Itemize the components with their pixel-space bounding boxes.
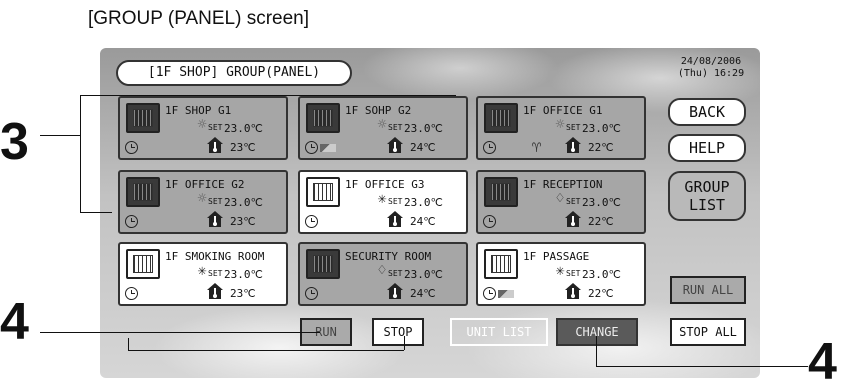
room-temperature: 23℃: [230, 215, 256, 228]
stop-all-button[interactable]: STOP ALL: [670, 318, 746, 346]
timer-clock-icon: [483, 141, 496, 154]
set-label: SET: [388, 269, 403, 278]
indoor-unit-icon: [306, 249, 340, 279]
group-panel-1f-office-g1[interactable]: 1F OFFICE G1 ☼ SET 23.0℃ ♈ 22℃: [476, 96, 646, 160]
callout-number-4-right: 4: [808, 333, 837, 391]
timer-clock-icon: [125, 141, 138, 154]
set-temperature: 23.0℃: [582, 122, 621, 135]
leader-line: [128, 338, 129, 350]
indoor-unit-icon: [484, 249, 518, 279]
indoor-unit-icon: [126, 103, 160, 133]
set-temperature: 23.0℃: [404, 196, 443, 209]
group-list-button[interactable]: GROUP LIST: [668, 171, 746, 221]
callout-number-4-left: 4: [0, 293, 29, 351]
back-button[interactable]: BACK: [668, 98, 746, 126]
leader-line: [596, 336, 597, 366]
room-temp-house-icon: [207, 283, 223, 299]
timer-clock-icon: [483, 287, 496, 300]
room-temperature: 24℃: [410, 287, 436, 300]
leader-line: [128, 350, 404, 351]
set-temperature: 23.0℃: [404, 122, 443, 135]
change-button[interactable]: CHANGE: [556, 318, 638, 346]
group-panel-1f-shop-g1[interactable]: 1F SHOP G1 ☼ SET 23.0℃ 23℃: [118, 96, 288, 160]
room-temp-house-icon: [207, 137, 223, 153]
indoor-unit-icon: [126, 177, 160, 207]
timer-clock-icon: [483, 215, 496, 228]
time-text: (Thu) 16:29: [677, 68, 745, 79]
set-temperature: 23.0℃: [404, 268, 443, 281]
filter-sign-icon: [320, 144, 336, 152]
timer-clock-icon: [305, 141, 318, 154]
room-temp-house-icon: [207, 211, 223, 227]
group-list-label-line2: LIST: [688, 196, 726, 214]
timer-clock-icon: [125, 215, 138, 228]
room-temperature: 22℃: [588, 215, 614, 228]
set-temperature: 23.0℃: [224, 196, 263, 209]
room-temp-house-icon: [565, 283, 581, 299]
indoor-unit-icon: [484, 177, 518, 207]
datetime-display: 24/08/2006 (Thu) 16:29: [674, 56, 748, 80]
timer-clock-icon: [305, 287, 318, 300]
indoor-unit-icon: [306, 177, 340, 207]
run-all-button[interactable]: RUN ALL: [670, 276, 746, 304]
date-text: 24/08/2006: [680, 56, 742, 67]
group-list-label-line1: GROUP: [684, 178, 730, 196]
group-panel-screen: [1F SHOP] GROUP(PANEL) 24/08/2006 (Thu) …: [100, 48, 760, 378]
timer-clock-icon: [305, 215, 318, 228]
leader-line: [596, 366, 808, 367]
indoor-unit-icon: [484, 103, 518, 133]
room-temp-house-icon: [565, 211, 581, 227]
group-panel-1f-office-g3[interactable]: 1F OFFICE G3 ✳ SET 23.0℃ 24℃: [298, 170, 468, 234]
callout-number-3: 3: [0, 113, 29, 171]
help-button[interactable]: HELP: [668, 134, 746, 162]
set-temperature: 23.0℃: [582, 196, 621, 209]
indoor-unit-icon: [126, 249, 160, 279]
leader-line: [112, 95, 456, 96]
timer-clock-icon: [125, 287, 138, 300]
group-panel-1f-reception[interactable]: 1F RECEPTION ♢ SET 23.0℃ 22℃: [476, 170, 646, 234]
maintenance-wrench-icon: ♈: [532, 138, 542, 156]
leader-line: [80, 212, 112, 213]
room-temperature: 22℃: [588, 141, 614, 154]
room-temperature: 24℃: [410, 141, 436, 154]
room-temp-house-icon: [387, 283, 403, 299]
unit-list-button[interactable]: UNIT LIST: [450, 318, 548, 346]
room-temperature: 23℃: [230, 141, 256, 154]
group-panel-1f-smoking-room[interactable]: 1F SMOKING ROOM ✳ SET 23.0℃ 23℃: [118, 242, 288, 306]
set-temperature: 23.0℃: [582, 268, 621, 281]
set-label: SET: [208, 197, 223, 206]
set-label: SET: [208, 269, 223, 278]
leader-line: [80, 95, 81, 213]
leader-line: [40, 332, 320, 333]
set-label: SET: [388, 123, 403, 132]
room-temp-house-icon: [387, 211, 403, 227]
leader-line: [40, 135, 80, 136]
set-temperature: 23.0℃: [224, 122, 263, 135]
room-temperature: 22℃: [588, 287, 614, 300]
room-temperature: 24℃: [410, 215, 436, 228]
indoor-unit-icon: [306, 103, 340, 133]
set-label: SET: [388, 197, 403, 206]
set-label: SET: [566, 269, 581, 278]
group-panel-1f-sohp-g2[interactable]: 1F SOHP G2 ☼ SET 23.0℃ 24℃: [298, 96, 468, 160]
room-temp-house-icon: [387, 137, 403, 153]
set-label: SET: [566, 197, 581, 206]
leader-line: [404, 336, 405, 350]
group-panel-1f-passage[interactable]: 1F PASSAGE ✳ SET 23.0℃ 22℃: [476, 242, 646, 306]
group-panel-security-room[interactable]: SECURITY ROOM ♢ SET 23.0℃ 24℃: [298, 242, 468, 306]
group-name: 1F SMOKING ROOM: [165, 250, 265, 263]
stop-button[interactable]: STOP: [372, 318, 424, 346]
room-temp-house-icon: [565, 137, 581, 153]
screen-caption: [GROUP (PANEL) screen]: [88, 8, 310, 29]
leader-line: [80, 95, 112, 96]
set-temperature: 23.0℃: [224, 268, 263, 281]
screen-title: [1F SHOP] GROUP(PANEL): [116, 60, 352, 86]
room-temperature: 23℃: [230, 287, 256, 300]
set-label: SET: [208, 123, 223, 132]
set-label: SET: [566, 123, 581, 132]
filter-sign-icon: [498, 290, 514, 298]
group-panel-1f-office-g2[interactable]: 1F OFFICE G2 ☼ SET 23.0℃ 23℃: [118, 170, 288, 234]
